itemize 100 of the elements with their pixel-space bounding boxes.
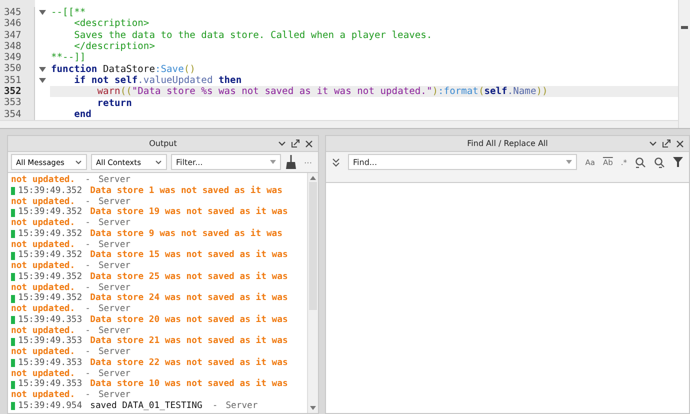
line-number: 348 [0, 40, 35, 52]
close-icon[interactable] [305, 140, 313, 148]
source-label: Server [226, 400, 258, 412]
separator: - [212, 400, 218, 412]
source-label: Server [98, 261, 131, 272]
status-marker-icon [11, 252, 15, 260]
timestamp: 15:39:49.352 [18, 186, 82, 196]
separator: - [85, 218, 90, 229]
log-message: Data store 24 was not saved as it was [90, 293, 288, 304]
separator: - [85, 390, 90, 401]
find-previous-icon[interactable] [635, 156, 646, 168]
separator: - [85, 347, 90, 358]
horizontal-scrollbar[interactable] [0, 120, 678, 128]
log-message: not updated. [11, 196, 76, 207]
find-field[interactable]: Find... [348, 154, 578, 170]
source-label: Server [98, 304, 131, 315]
separator: - [85, 282, 90, 294]
line-number: 350 [0, 63, 35, 75]
source-label: Server [98, 368, 131, 380]
timestamp: 15:39:49.353 [18, 358, 82, 368]
code-line: --[[** [50, 7, 86, 18]
log-message: Data store 20 was not saved as it was [90, 314, 288, 326]
timestamp: 15:39:49.353 [18, 379, 82, 390]
log-message: not updated. [11, 390, 76, 401]
timestamp: 15:39:49.353 [18, 336, 82, 347]
code-line: function DataStore:Save() [50, 64, 196, 75]
panel-title: Output [149, 139, 177, 148]
log-message: not updated. [11, 175, 76, 186]
status-marker-icon [11, 380, 15, 389]
code-line: return [96, 98, 132, 109]
more-button[interactable]: ··· [301, 158, 315, 166]
log-message: not updated. [11, 261, 76, 272]
caret-icon[interactable] [270, 160, 276, 164]
status-marker-icon [11, 338, 15, 346]
log-message: Data store 15 was not saved as it was [90, 250, 288, 261]
status-marker-icon [11, 316, 15, 324]
log-message: Data store 21 was not saved as it was [90, 336, 288, 347]
separator: - [85, 304, 90, 315]
timestamp: 15:39:49.352 [18, 293, 82, 304]
scroll-down-icon[interactable] [310, 406, 316, 410]
log-message: not updated. [11, 326, 76, 336]
chevron-down-icon[interactable] [649, 140, 657, 146]
line-number: 346 [0, 18, 35, 30]
caret-icon [75, 160, 82, 164]
line-number: 349 [0, 52, 35, 64]
timestamp: 15:39:49.352 [18, 272, 82, 282]
source-label: Server [98, 240, 131, 250]
log-message: Data store 10 was not saved as it was [90, 379, 288, 390]
fold-arrow-icon[interactable] [38, 66, 46, 72]
line-number: 347 [0, 30, 35, 41]
status-marker-icon [11, 208, 15, 217]
fold-arrow-icon[interactable] [38, 10, 46, 16]
fold-arrow-icon[interactable] [38, 78, 46, 83]
source-label: Server [98, 175, 131, 186]
status-marker-icon [11, 230, 15, 238]
filter-icon[interactable] [673, 157, 683, 167]
caret-icon[interactable] [566, 160, 572, 164]
line-number: 353 [0, 97, 35, 109]
line-number: 345 [0, 7, 35, 18]
log-message: Data store 1 was not saved as it was [90, 186, 282, 196]
separator: - [85, 261, 90, 272]
separator: - [85, 196, 90, 208]
log-message: Data store 9 was not saved as it was [90, 228, 282, 240]
expand-chevron-icon[interactable] [332, 158, 340, 166]
log-message: Data store 19 was not saved as it was [90, 207, 288, 218]
log-message: not updated. [11, 282, 76, 293]
undock-icon[interactable] [662, 139, 671, 148]
log-message: not updated. [11, 240, 76, 250]
timestamp: 15:39:49.352 [18, 228, 82, 240]
status-marker-icon [11, 294, 15, 303]
code-line: if not self.valueUpdated then [73, 74, 242, 86]
source-label: Server [98, 347, 131, 358]
scrollbar-thumb[interactable] [309, 182, 317, 310]
chevron-down-icon[interactable] [278, 140, 286, 146]
code-line: </description> [73, 41, 155, 52]
find-next-icon[interactable] [654, 156, 665, 168]
log-message: not updated. [11, 368, 76, 379]
log-message: not updated. [11, 304, 76, 315]
code-line: Saves the data to the data store. Called when a player leaves. [73, 30, 432, 41]
source-label: Server [98, 196, 131, 208]
code-line: **--]] [50, 52, 86, 64]
caret-icon [155, 160, 162, 164]
filter-field[interactable]: Filter... [171, 154, 281, 170]
line-number: 352 [0, 86, 35, 98]
separator: - [85, 368, 90, 380]
code-line: <description> [73, 18, 150, 30]
timestamp: 15:39:49.353 [18, 314, 82, 326]
source-label: Server [98, 218, 131, 229]
code-line: end [73, 108, 92, 120]
scroll-up-icon[interactable] [310, 176, 316, 180]
undock-icon[interactable] [291, 139, 300, 148]
vertical-scrollbar[interactable] [678, 0, 690, 128]
log-message: saved DATA_01_TESTING [90, 400, 202, 412]
log-message: not updated. [11, 347, 76, 358]
log-message: Data store 22 was not saved as it was [90, 358, 288, 368]
broom-icon[interactable] [285, 155, 297, 169]
close-icon[interactable] [676, 140, 684, 148]
source-label: Server [98, 282, 131, 294]
status-marker-icon [11, 187, 15, 196]
separator: - [85, 326, 90, 336]
